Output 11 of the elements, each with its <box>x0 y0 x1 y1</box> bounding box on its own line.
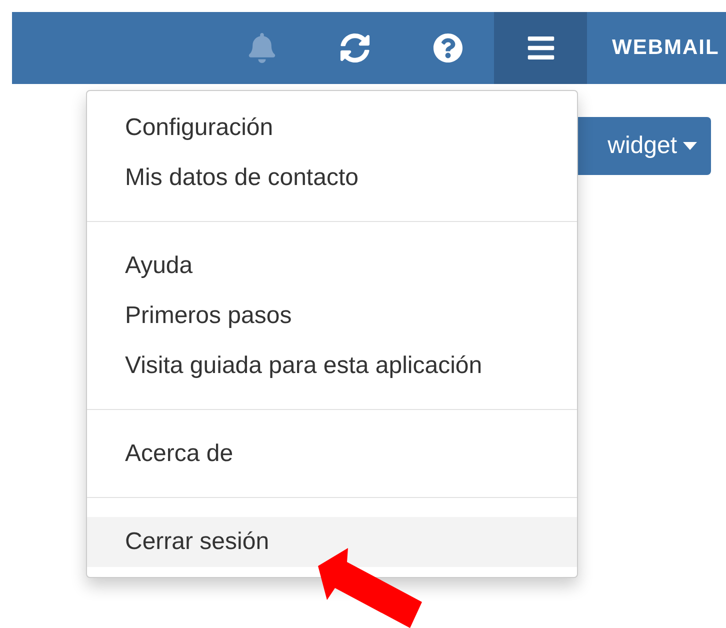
menu-item[interactable]: Acerca de <box>87 429 577 479</box>
menu-item[interactable]: Ayuda <box>87 241 577 291</box>
help-icon <box>432 33 462 63</box>
refresh-icon <box>340 33 370 63</box>
menu-item[interactable]: Visita guiada para esta aplicación <box>87 341 577 391</box>
caret-icon <box>683 142 697 150</box>
bell-icon <box>246 33 276 63</box>
menu-item[interactable]: Primeros pasos <box>87 291 577 341</box>
menu-button[interactable] <box>494 12 587 84</box>
menu-item[interactable]: Cerrar sesión <box>87 517 577 567</box>
brand-label: WEBMAIL <box>611 35 720 61</box>
